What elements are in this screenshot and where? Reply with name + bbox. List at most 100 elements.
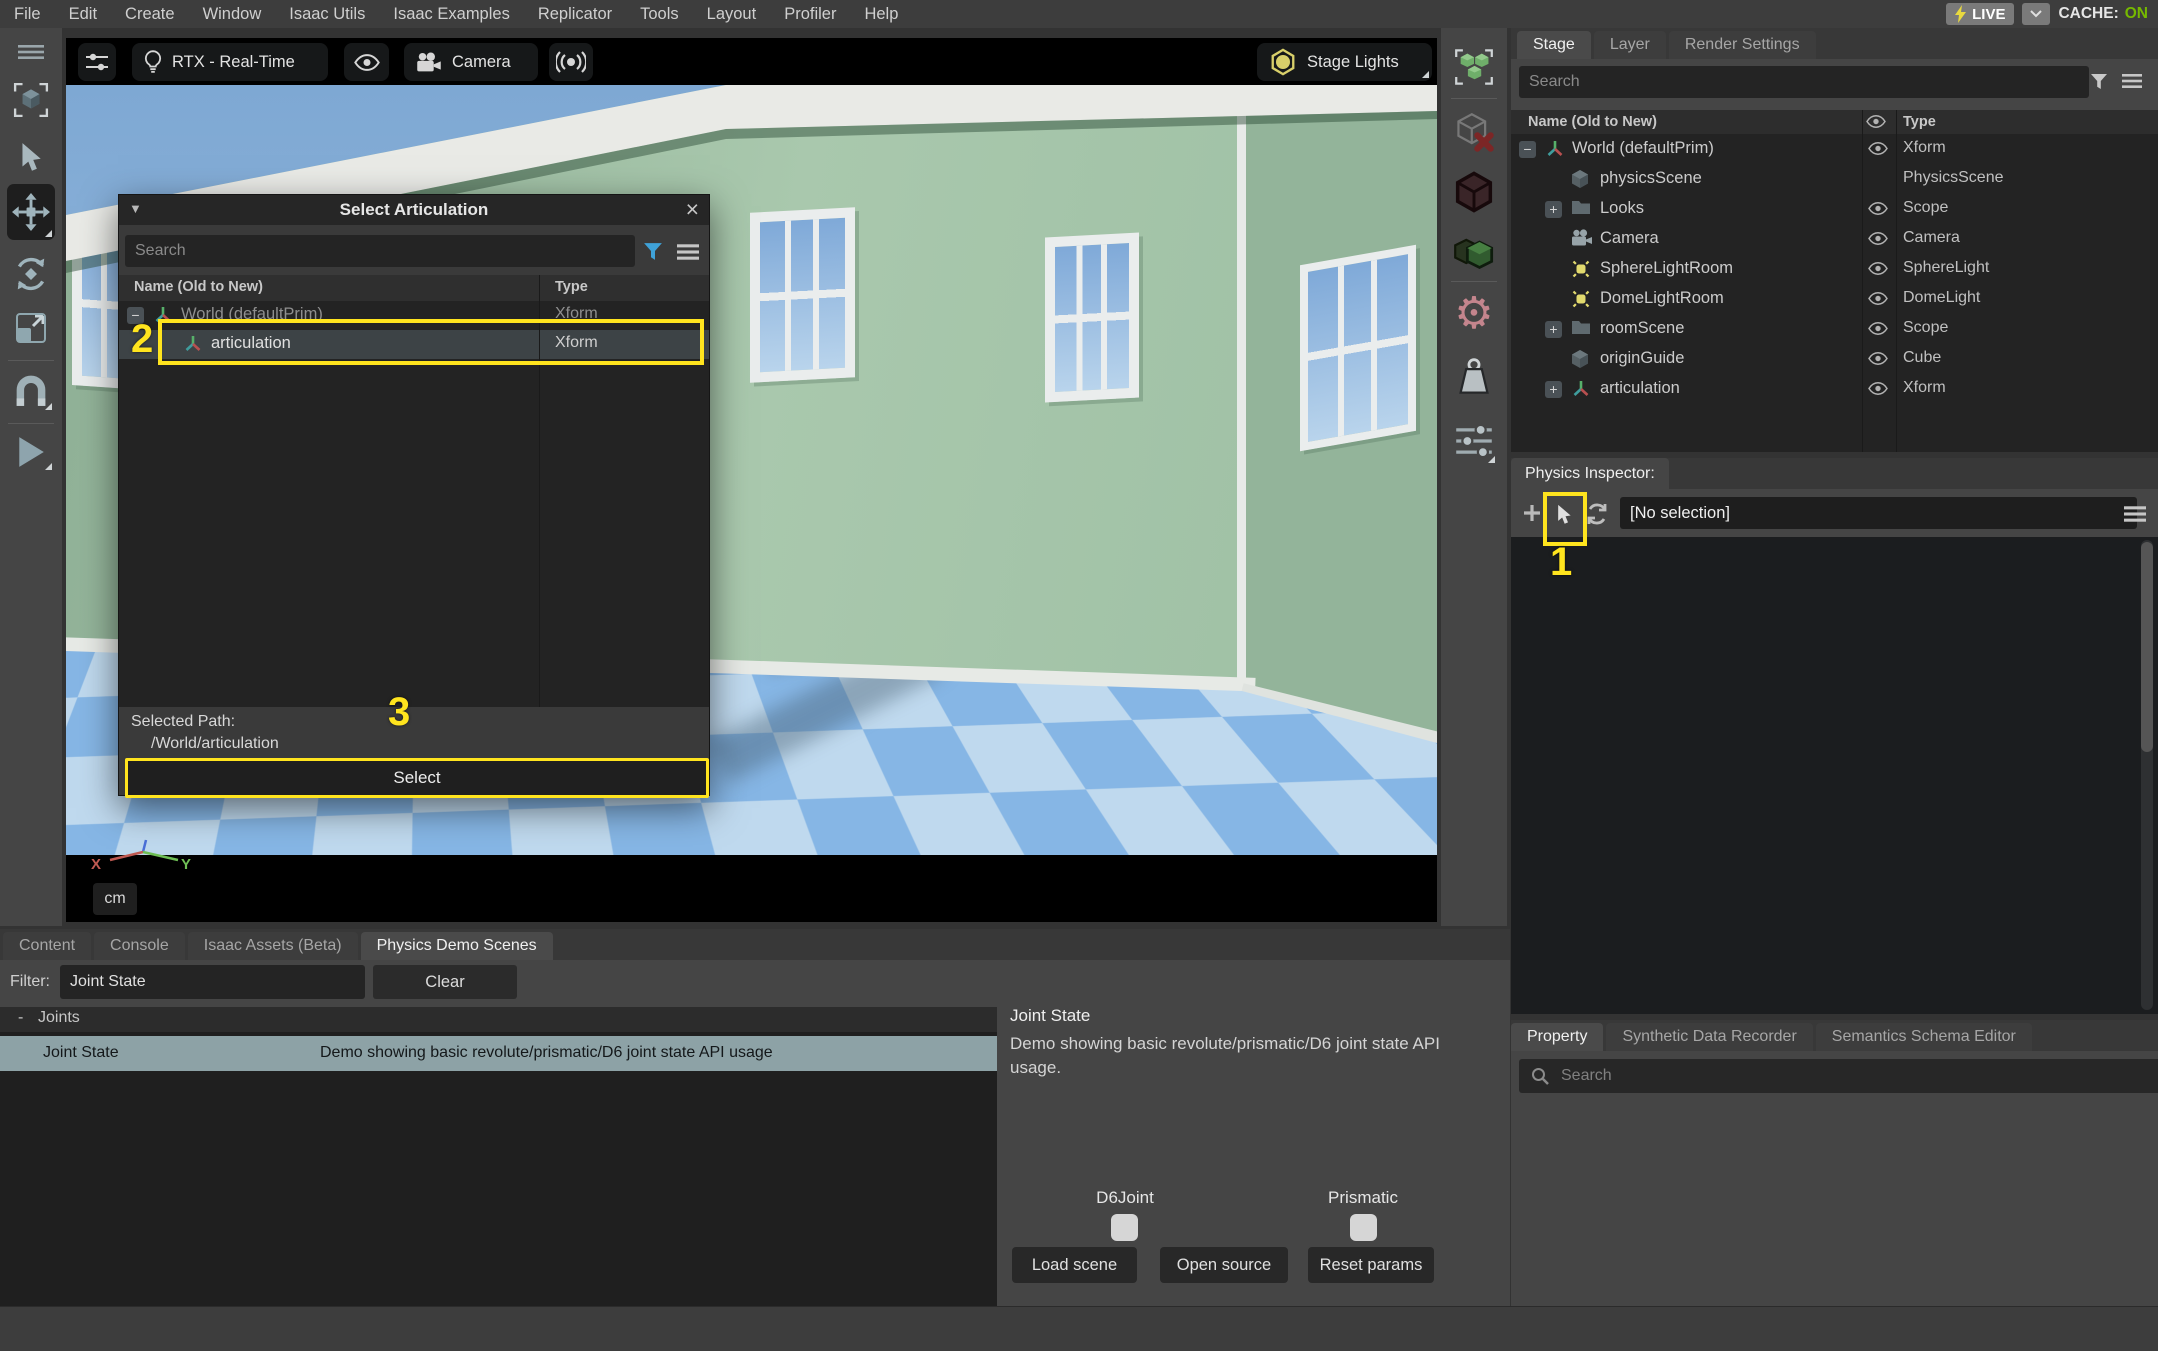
joints-group-header[interactable]: - Joints bbox=[0, 1007, 997, 1032]
toolbar-grip-button[interactable] bbox=[7, 40, 55, 64]
d6joint-checkbox[interactable] bbox=[1111, 1214, 1138, 1241]
menu-file[interactable]: File bbox=[0, 0, 55, 28]
filter-icon[interactable] bbox=[2090, 73, 2108, 90]
rotate-tool-icon bbox=[13, 256, 49, 292]
expander-plus[interactable]: + bbox=[1545, 381, 1562, 398]
filter-icon[interactable] bbox=[643, 242, 663, 261]
add-inspector-button[interactable] bbox=[1519, 500, 1545, 526]
expander-plus[interactable]: + bbox=[1545, 321, 1562, 338]
tab-isaac-assets-beta[interactable]: Isaac Assets (Beta) bbox=[188, 932, 358, 960]
options-menu-icon[interactable] bbox=[2122, 74, 2142, 88]
capture-button[interactable] bbox=[549, 43, 593, 81]
expander-minus[interactable]: − bbox=[1519, 141, 1536, 158]
menu-window[interactable]: Window bbox=[189, 0, 276, 28]
scale-tool-button[interactable] bbox=[7, 308, 55, 348]
clear-filter-button[interactable]: Clear bbox=[373, 965, 517, 999]
tab-physics-demo-scenes[interactable]: Physics Demo Scenes bbox=[361, 932, 553, 960]
prim-name: DomeLightRoom bbox=[1600, 289, 1724, 308]
open-source-button[interactable]: Open source bbox=[1160, 1247, 1288, 1283]
menu-profiler[interactable]: Profiler bbox=[770, 0, 850, 28]
property-search-input[interactable] bbox=[1559, 1066, 2158, 1086]
stage-lights-button[interactable]: Stage Lights bbox=[1257, 43, 1432, 81]
stage-row-articulation[interactable]: +articulationXform bbox=[1511, 374, 2158, 404]
options-menu-icon[interactable] bbox=[677, 244, 699, 260]
visibility-eye-icon[interactable] bbox=[1868, 382, 1888, 395]
prismatic-checkbox[interactable] bbox=[1350, 1214, 1377, 1241]
prim-type: SphereLight bbox=[1903, 259, 1989, 277]
toolbar-divider bbox=[8, 423, 54, 424]
live-sync-button[interactable]: LIVE bbox=[1946, 3, 2014, 25]
visibility-eye-icon[interactable] bbox=[1868, 292, 1888, 305]
tab-content[interactable]: Content bbox=[3, 932, 91, 960]
expander-plus[interactable]: + bbox=[1545, 201, 1562, 218]
tab-render-settings[interactable]: Render Settings bbox=[1669, 31, 1816, 59]
menu-edit[interactable]: Edit bbox=[55, 0, 111, 28]
visibility-eye-icon[interactable] bbox=[1868, 352, 1888, 365]
menu-tools[interactable]: Tools bbox=[626, 0, 693, 28]
stage-search-input[interactable] bbox=[1519, 66, 2089, 98]
physics-settings-button[interactable]: ⚙ bbox=[1450, 289, 1498, 339]
reset-params-button[interactable]: Reset params bbox=[1308, 1247, 1434, 1283]
select-tool-button[interactable] bbox=[7, 136, 55, 180]
frame-selection-tool-button[interactable] bbox=[7, 76, 55, 124]
tab-synthetic-data-recorder[interactable]: Synthetic Data Recorder bbox=[1606, 1023, 1812, 1051]
visibility-eye-icon[interactable] bbox=[1868, 232, 1888, 245]
mass-tool-button[interactable] bbox=[1450, 353, 1498, 401]
live-dropdown-button[interactable] bbox=[2022, 3, 2050, 25]
stage-row-looks[interactable]: +LooksScope bbox=[1511, 194, 2158, 224]
load-scene-button[interactable]: Load scene bbox=[1012, 1247, 1137, 1283]
tab-property[interactable]: Property bbox=[1511, 1023, 1603, 1051]
scrollbar-thumb[interactable] bbox=[2141, 542, 2153, 752]
renderer-button[interactable]: RTX - Real-Time bbox=[132, 43, 328, 81]
dialog-titlebar[interactable]: ▼ Select Articulation × bbox=[119, 195, 709, 225]
tab-semantics-schema-editor[interactable]: Semantics Schema Editor bbox=[1816, 1023, 2032, 1051]
camera-button[interactable]: Camera bbox=[404, 43, 538, 81]
move-tool-button[interactable] bbox=[7, 184, 55, 240]
refresh-button[interactable] bbox=[1583, 500, 1611, 528]
tab-layer[interactable]: Layer bbox=[1594, 31, 1666, 59]
visibility-eye-icon[interactable] bbox=[1868, 322, 1888, 335]
tab-console[interactable]: Console bbox=[94, 932, 185, 960]
visibility-eye-icon[interactable] bbox=[1868, 202, 1888, 215]
physics-sliders-button[interactable] bbox=[1450, 416, 1498, 466]
menu-replicator[interactable]: Replicator bbox=[524, 0, 626, 28]
stage-row-originguide[interactable]: originGuideCube bbox=[1511, 344, 2158, 374]
rigid-body-button[interactable] bbox=[1450, 228, 1498, 276]
collider-button[interactable] bbox=[1450, 168, 1498, 216]
tab-stage[interactable]: Stage bbox=[1517, 31, 1591, 59]
rotate-tool-button[interactable] bbox=[7, 253, 55, 295]
menu-layout[interactable]: Layout bbox=[693, 0, 771, 28]
simulation-objects-button[interactable] bbox=[1450, 41, 1498, 93]
units-badge[interactable]: cm bbox=[93, 883, 137, 915]
stage-row-camera[interactable]: CameraCamera bbox=[1511, 224, 2158, 254]
viewport-settings-button[interactable] bbox=[78, 43, 116, 81]
inspector-selection-dropdown[interactable]: [No selection] bbox=[1620, 497, 2137, 529]
close-icon[interactable]: × bbox=[686, 196, 699, 223]
demo-row-joint-state[interactable]: Joint StateDemo showing basic revolute/p… bbox=[0, 1036, 997, 1071]
visibility-eye-icon[interactable] bbox=[1868, 142, 1888, 155]
snap-tool-button[interactable] bbox=[7, 369, 55, 413]
light-icon bbox=[1571, 289, 1591, 309]
menu-isaac-utils[interactable]: Isaac Utils bbox=[275, 0, 379, 28]
menu-help[interactable]: Help bbox=[850, 0, 912, 28]
filter-input[interactable] bbox=[60, 965, 365, 999]
menu-create[interactable]: Create bbox=[111, 0, 189, 28]
visibility-eye-icon[interactable] bbox=[1868, 262, 1888, 275]
stage-row-physicsscene[interactable]: physicsScenePhysicsScene bbox=[1511, 164, 2158, 194]
stage-row-domelightroom[interactable]: DomeLightRoomDomeLight bbox=[1511, 284, 2158, 314]
cache-status: CACHE:ON bbox=[2058, 5, 2148, 23]
collider-remove-button[interactable] bbox=[1450, 108, 1498, 156]
demo-summary: Demo showing basic revolute/prismatic/D6… bbox=[320, 1044, 773, 1062]
camera-label: Camera bbox=[452, 53, 511, 72]
select-button[interactable]: Select bbox=[125, 758, 709, 798]
dialog-search-input[interactable] bbox=[125, 235, 635, 267]
property-search-box[interactable] bbox=[1519, 1059, 2158, 1093]
stage-row-roomscene[interactable]: +roomSceneScope bbox=[1511, 314, 2158, 344]
stage-row-spherelightroom[interactable]: SphereLightRoomSphereLight bbox=[1511, 254, 2158, 284]
visibility-button[interactable] bbox=[344, 43, 389, 81]
play-button-button[interactable] bbox=[7, 431, 55, 473]
physics-inspector-tab[interactable]: Physics Inspector: bbox=[1511, 458, 1669, 489]
stage-row-world-defaultprim[interactable]: −World (defaultPrim)Xform bbox=[1511, 134, 2158, 164]
inspector-menu-icon[interactable] bbox=[2124, 506, 2146, 522]
menu-isaac-examples[interactable]: Isaac Examples bbox=[379, 0, 523, 28]
